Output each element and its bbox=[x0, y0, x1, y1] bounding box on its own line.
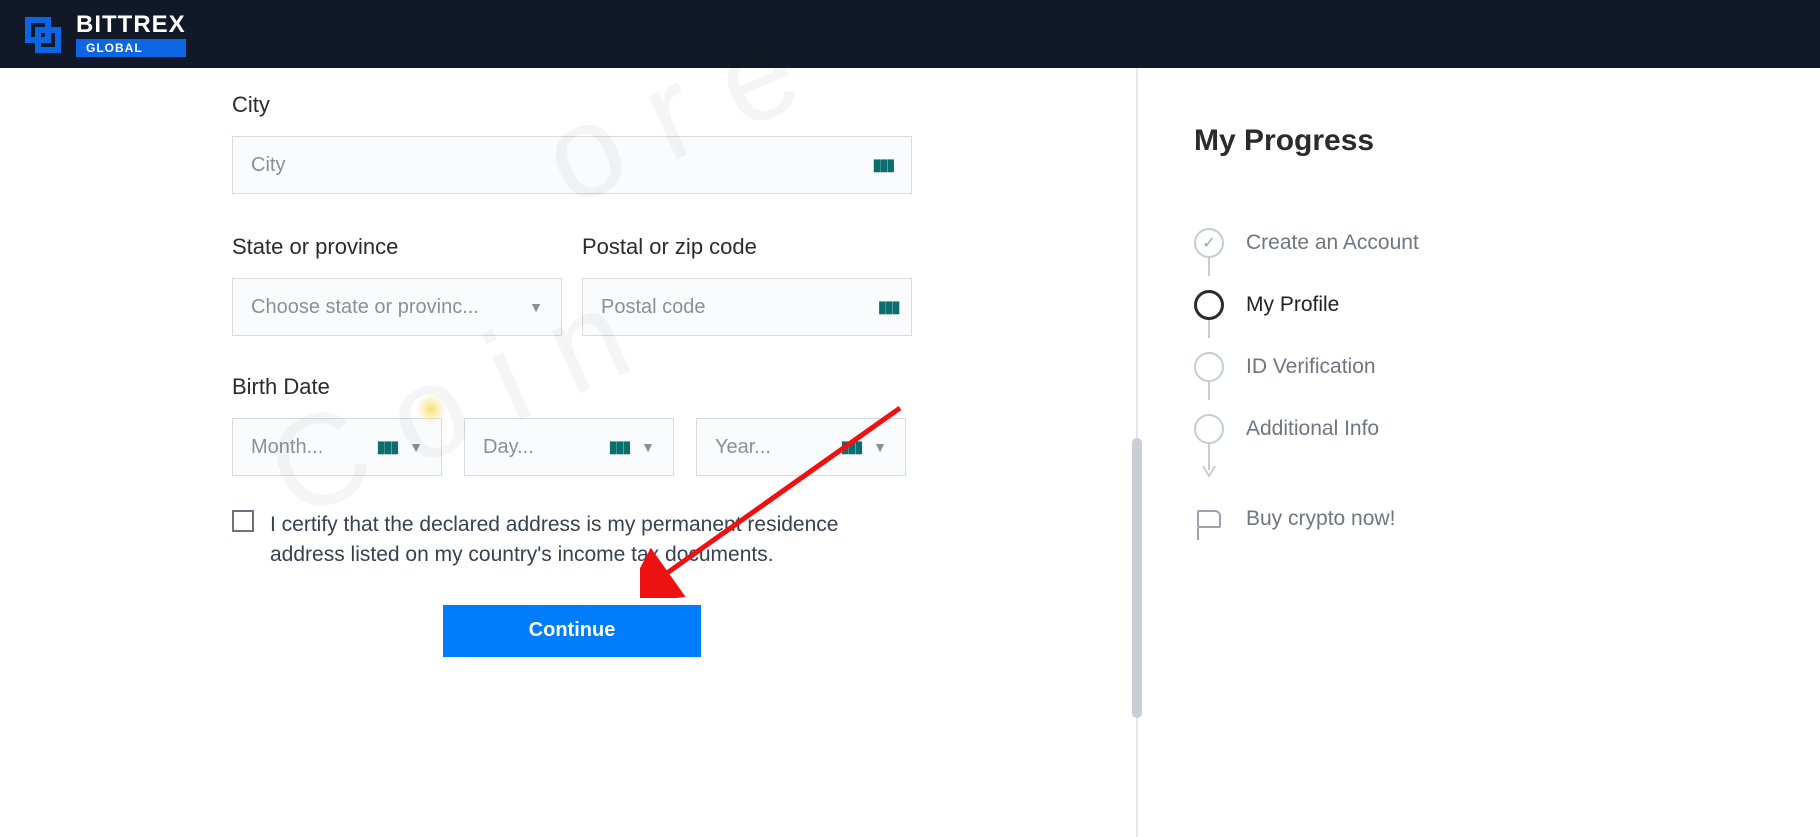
certify-text: I certify that the declared address is m… bbox=[270, 510, 912, 571]
password-manager-icon[interactable]: ▮▮▮ bbox=[873, 155, 893, 175]
step-dot-current bbox=[1194, 290, 1224, 320]
step-label: Additional Info bbox=[1246, 417, 1379, 441]
step-dot-todo bbox=[1194, 414, 1224, 444]
postal-field[interactable]: ▮▮▮ bbox=[582, 278, 912, 336]
app-header: BITTREX GLOBAL bbox=[0, 0, 1820, 68]
flag-icon bbox=[1197, 510, 1221, 528]
password-manager-icon[interactable]: ▮▮▮ bbox=[878, 297, 898, 317]
state-placeholder: Choose state or provinc... bbox=[251, 296, 517, 319]
chevron-down-icon: ▼ bbox=[873, 439, 887, 455]
progress-steps: ✓ Create an Account My Profile ID Verifi… bbox=[1194, 212, 1820, 550]
profile-form: City ▮▮▮ State or province Choose state … bbox=[0, 68, 1138, 837]
step-label: Buy crypto now! bbox=[1246, 507, 1395, 531]
progress-title: My Progress bbox=[1194, 124, 1820, 158]
certify-checkbox[interactable] bbox=[232, 510, 254, 532]
progress-step-my-profile: My Profile bbox=[1194, 274, 1820, 336]
step-label: Create an Account bbox=[1246, 231, 1419, 255]
birth-day-placeholder: Day... bbox=[483, 436, 597, 459]
brand-mark-icon bbox=[20, 12, 64, 56]
chevron-down-icon: ▼ bbox=[529, 299, 543, 315]
city-label: City bbox=[232, 92, 1136, 118]
chevron-down-icon: ▼ bbox=[641, 439, 655, 455]
password-manager-icon[interactable]: ▮▮▮ bbox=[841, 437, 861, 457]
state-label: State or province bbox=[232, 234, 562, 260]
birth-year-select[interactable]: Year... ▮▮▮ ▼ bbox=[696, 418, 906, 476]
city-field[interactable]: ▮▮▮ bbox=[232, 136, 912, 194]
progress-step-create-account: ✓ Create an Account bbox=[1194, 212, 1820, 274]
postal-label: Postal or zip code bbox=[582, 234, 912, 260]
birth-month-select[interactable]: Month... ▮▮▮ ▼ bbox=[232, 418, 442, 476]
brand-logo[interactable]: BITTREX GLOBAL bbox=[20, 11, 186, 57]
step-label: ID Verification bbox=[1246, 355, 1376, 379]
postal-input[interactable] bbox=[601, 296, 866, 319]
check-icon: ✓ bbox=[1202, 233, 1215, 253]
step-dot-todo bbox=[1194, 352, 1224, 382]
state-select[interactable]: Choose state or provinc... ▼ bbox=[232, 278, 562, 336]
brand-sub: GLOBAL bbox=[76, 39, 186, 57]
continue-button[interactable]: Continue bbox=[443, 605, 701, 657]
password-manager-icon[interactable]: ▮▮▮ bbox=[377, 437, 397, 457]
birth-year-placeholder: Year... bbox=[715, 436, 829, 459]
step-label: My Profile bbox=[1246, 293, 1339, 317]
step-dot-done: ✓ bbox=[1194, 228, 1224, 258]
birth-day-select[interactable]: Day... ▮▮▮ ▼ bbox=[464, 418, 674, 476]
password-manager-icon[interactable]: ▮▮▮ bbox=[609, 437, 629, 457]
progress-step-id-verification: ID Verification bbox=[1194, 336, 1820, 398]
city-input[interactable] bbox=[251, 154, 861, 177]
scrollbar-thumb[interactable] bbox=[1132, 438, 1142, 718]
progress-step-buy-crypto: Buy crypto now! bbox=[1194, 488, 1820, 550]
progress-panel: My Progress ✓ Create an Account My Profi… bbox=[1138, 68, 1820, 837]
chevron-down-icon: ▼ bbox=[409, 439, 423, 455]
brand-name: BITTREX bbox=[76, 11, 186, 39]
birth-month-placeholder: Month... bbox=[251, 436, 365, 459]
birth-label: Birth Date bbox=[232, 374, 1136, 400]
progress-step-additional-info: Additional Info bbox=[1194, 398, 1820, 460]
